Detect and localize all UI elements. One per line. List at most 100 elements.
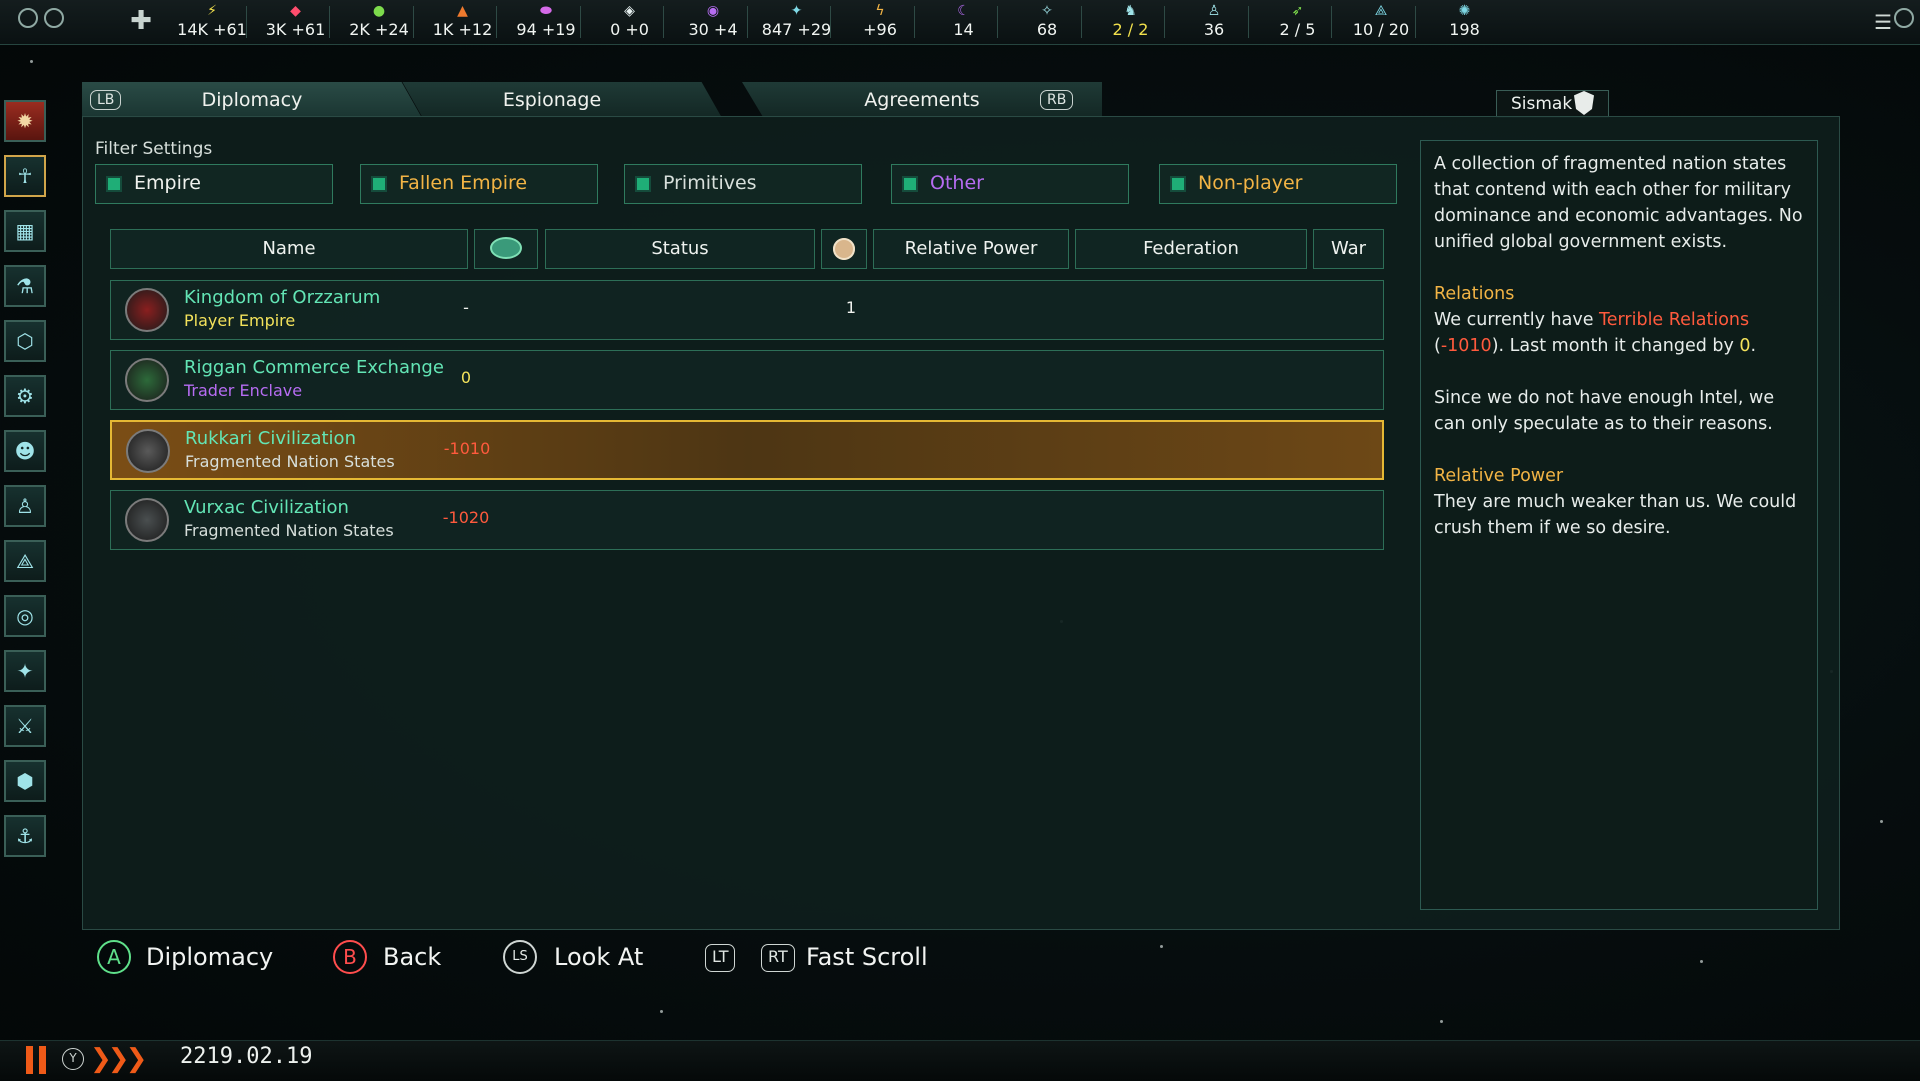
opinion-value: - xyxy=(463,298,469,317)
table-row[interactable]: Riggan Commerce Exchange Trader Enclave 0 xyxy=(110,350,1384,410)
filter-label: Other xyxy=(930,172,984,194)
lt-button-icon[interactable]: LT xyxy=(705,944,736,972)
column-header-name[interactable]: Name xyxy=(110,229,468,269)
research-icon: ⚗ xyxy=(16,274,34,298)
column-header-status[interactable]: Status xyxy=(545,229,815,269)
ls-button-icon[interactable]: LS xyxy=(503,940,537,974)
tab-espionage[interactable]: Espionage xyxy=(402,82,722,118)
filter-label: Fallen Empire xyxy=(399,172,528,194)
nav-leaders[interactable]: ♙ xyxy=(4,485,46,527)
rb-button[interactable]: RB xyxy=(1040,90,1074,110)
resource-divider xyxy=(1414,6,1416,38)
resource-divider xyxy=(412,6,414,38)
filter-label: Empire xyxy=(134,172,201,194)
nav-military[interactable]: ⚔ xyxy=(4,705,46,747)
empire-emblem-icon xyxy=(125,498,169,542)
log-icon[interactable] xyxy=(44,8,64,28)
prompt-diplomacy[interactable]: Diplomacy xyxy=(146,940,273,974)
relations-text: We currently have Terrible Relations (-1… xyxy=(1434,310,1757,356)
prompt-look-at[interactable]: Look At xyxy=(554,940,643,974)
prompt-fast-scroll[interactable]: Fast Scroll xyxy=(806,940,928,974)
resource-systems[interactable]: ✺ 198 xyxy=(1417,2,1513,40)
tab-label: Espionage xyxy=(502,89,602,111)
traditions-icon: ✦ xyxy=(16,659,34,683)
nav-market[interactable]: ⬡ xyxy=(4,320,46,362)
nav-technology[interactable]: ⬢ xyxy=(4,760,46,802)
empire-name: Vurxac Civilization xyxy=(184,497,349,518)
tab-label: Agreements xyxy=(864,89,980,111)
empire-type: Fragmented Nation States xyxy=(185,452,395,471)
table-row[interactable]: Rukkari Civilization Fragmented Nation St… xyxy=(110,420,1384,480)
lb-button[interactable]: LB xyxy=(90,90,122,110)
policies-icon: ⟁ xyxy=(16,549,34,573)
nav-species[interactable]: ☥ xyxy=(4,155,46,197)
column-header-power-icon[interactable] xyxy=(821,229,867,269)
filter-fallen-empire[interactable]: Fallen Empire xyxy=(360,164,598,204)
add-icon[interactable]: ✚ xyxy=(128,8,154,34)
pause-icon[interactable] xyxy=(26,1046,48,1074)
filter-non-player[interactable]: Non-player xyxy=(1159,164,1397,204)
outliner-icon[interactable] xyxy=(18,8,38,28)
filter-checkbox[interactable] xyxy=(1170,176,1186,192)
contacts-icon: ⚙ xyxy=(16,384,34,408)
nav-policies[interactable]: ⟁ xyxy=(4,540,46,582)
leaders-icon: ♙ xyxy=(16,494,34,518)
planet-icon xyxy=(833,238,855,260)
fleet-icon: ⚓ xyxy=(16,824,34,848)
resource-divider xyxy=(1164,6,1165,38)
rt-button-icon[interactable]: RT xyxy=(761,944,795,972)
empire-type: Player Empire xyxy=(184,311,296,330)
filter-label: Non-player xyxy=(1198,172,1303,194)
resource-divider xyxy=(1247,6,1249,38)
table-row[interactable]: Kingdom of Orzzarum Player Empire - 1 xyxy=(110,280,1384,340)
table-row[interactable]: Vurxac Civilization Fragmented Nation Sta… xyxy=(110,490,1384,550)
y-button-icon[interactable]: Y xyxy=(62,1048,84,1070)
game-date: 2219.02.19 xyxy=(180,1044,313,1069)
resource-divider xyxy=(913,6,915,38)
nav-planets[interactable]: ▦ xyxy=(4,210,46,252)
empire-name: Kingdom of Orzzarum xyxy=(184,287,381,308)
nav-research[interactable]: ⚗ xyxy=(4,265,46,307)
resource-divider xyxy=(496,6,497,38)
opinion-value: -1010 xyxy=(443,439,491,458)
game-speed-icon[interactable]: ❯❯❯ xyxy=(90,1044,147,1074)
nav-empire[interactable]: ✹ xyxy=(4,100,46,142)
column-header-federation[interactable]: Federation xyxy=(1075,229,1307,269)
a-button-icon[interactable]: A xyxy=(97,940,131,974)
empire-emblem-icon xyxy=(125,358,169,402)
resource-divider xyxy=(997,6,998,38)
filter-checkbox[interactable] xyxy=(106,176,122,192)
column-header-opinion[interactable] xyxy=(474,229,538,269)
nav-galaxy[interactable]: ◎ xyxy=(4,595,46,637)
filter-empire[interactable]: Empire xyxy=(95,164,333,204)
resource-divider xyxy=(1080,6,1082,38)
column-header-war[interactable]: War xyxy=(1313,229,1384,269)
column-header-relative-power[interactable]: Relative Power xyxy=(873,229,1069,269)
nav-traditions[interactable]: ✦ xyxy=(4,650,46,692)
filter-label: Primitives xyxy=(663,172,757,194)
situations-icon: ☻ xyxy=(14,439,36,463)
nav-fleet[interactable]: ⚓ xyxy=(4,815,46,857)
settings-icon[interactable] xyxy=(1894,8,1914,28)
empire-type: Trader Enclave xyxy=(184,381,303,400)
relative-power-value: 1 xyxy=(845,298,857,317)
opinion-value: 0 xyxy=(460,368,472,387)
menu-icon[interactable]: ☰ xyxy=(1874,10,1892,34)
filter-checkbox[interactable] xyxy=(902,176,918,192)
description-panel: A collection of fragmented nation states… xyxy=(1420,140,1818,910)
empire-icon: ✹ xyxy=(16,109,34,133)
relative-power-heading: Relative Power xyxy=(1434,466,1564,486)
empire-emblem-icon xyxy=(126,429,170,473)
tab-diplomacy[interactable]: Diplomacy xyxy=(82,82,422,118)
prompt-back[interactable]: Back xyxy=(383,940,441,974)
filter-other[interactable]: Other xyxy=(891,164,1129,204)
filter-checkbox[interactable] xyxy=(371,176,387,192)
market-icon: ⬡ xyxy=(16,329,34,353)
filter-primitives[interactable]: Primitives xyxy=(624,164,862,204)
filter-checkbox[interactable] xyxy=(635,176,651,192)
nav-contacts[interactable]: ⚙ xyxy=(4,375,46,417)
resource-bar: ✚ ⚡ 14K +61 ◆ 3K +61 ● 2K +24 ▲ 1K +12 ⬬ 94 +19 ◈ 0… xyxy=(0,0,1920,45)
b-button-icon[interactable]: B xyxy=(333,940,367,974)
nav-situations[interactable]: ☻ xyxy=(4,430,46,472)
planets-icon: ▦ xyxy=(15,219,35,243)
